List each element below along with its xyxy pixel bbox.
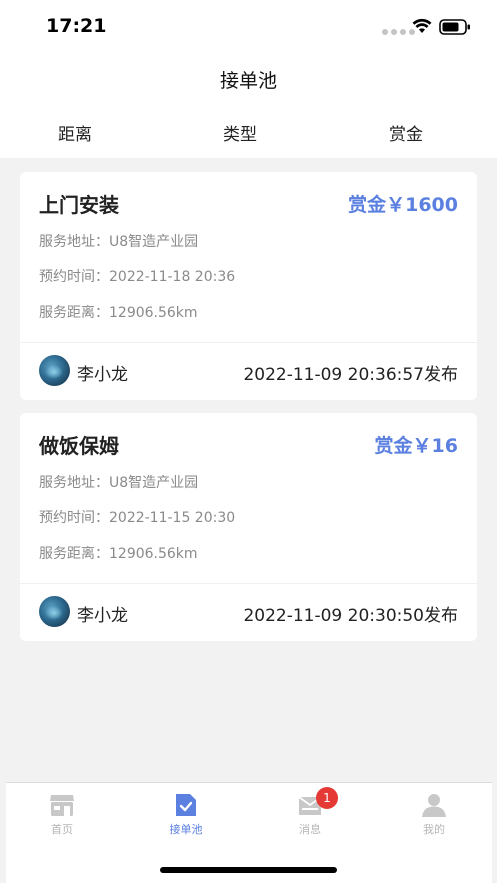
card-divider [20, 342, 477, 343]
status-time: 17:21 [46, 15, 107, 37]
home-indicator [160, 867, 337, 873]
order-reward: 赏金￥1600 [348, 194, 458, 216]
avatar [39, 596, 70, 627]
order-address: 服务地址：U8智造产业园 [39, 475, 199, 491]
unread-badge: 1 [316, 787, 338, 809]
tab-home[interactable]: 首页 [22, 791, 102, 837]
status-bar: 17:21 [0, 0, 497, 56]
publisher-name: 李小龙 [77, 365, 128, 385]
order-reward: 赏金￥16 [374, 435, 458, 457]
publisher-name: 李小龙 [77, 606, 128, 626]
tab-messages[interactable]: 1 消息 [270, 787, 350, 837]
tab-order-pool-label: 接单池 [169, 823, 203, 836]
order-distance: 服务距离：12906.56km [39, 546, 198, 562]
battery-icon [439, 19, 470, 35]
order-card[interactable]: 上门安装 赏金￥1600 服务地址：U8智造产业园 预约时间：2022-11-1… [20, 172, 477, 400]
wifi-icon [412, 18, 432, 33]
order-appointment: 预约时间：2022-11-15 20:30 [39, 510, 236, 526]
card-divider [20, 583, 477, 584]
order-title: 做饭保姆 [39, 434, 119, 458]
page-title: 接单池 [219, 70, 277, 92]
filter-type[interactable]: 类型 [190, 120, 290, 145]
publish-time: 2022-11-09 20:30:50发布 [243, 606, 458, 626]
order-title: 上门安装 [39, 193, 119, 217]
tab-profile[interactable]: 我的 [394, 791, 474, 837]
filter-bar: 距离 类型 赏金 [0, 102, 497, 158]
nav-bar: 接单池 [0, 56, 497, 102]
order-card[interactable]: 做饭保姆 赏金￥16 服务地址：U8智造产业园 预约时间：2022-11-15 … [20, 413, 477, 641]
store-icon [50, 795, 74, 816]
order-distance: 服务距离：12906.56km [39, 305, 198, 321]
order-check-icon [176, 794, 196, 816]
tab-profile-label: 我的 [423, 823, 445, 836]
filter-reward[interactable]: 赏金 [356, 120, 456, 145]
tab-order-pool[interactable]: 接单池 [146, 791, 226, 837]
order-address: 服务地址：U8智造产业园 [39, 234, 199, 250]
cellular-signal-icon [382, 29, 415, 35]
publish-time: 2022-11-09 20:36:57发布 [243, 365, 458, 385]
tab-home-label: 首页 [51, 823, 73, 836]
order-appointment: 预约时间：2022-11-18 20:36 [39, 269, 236, 285]
avatar [39, 355, 70, 386]
filter-distance[interactable]: 距离 [25, 120, 125, 145]
tab-messages-label: 消息 [299, 823, 321, 836]
user-icon [422, 794, 446, 817]
